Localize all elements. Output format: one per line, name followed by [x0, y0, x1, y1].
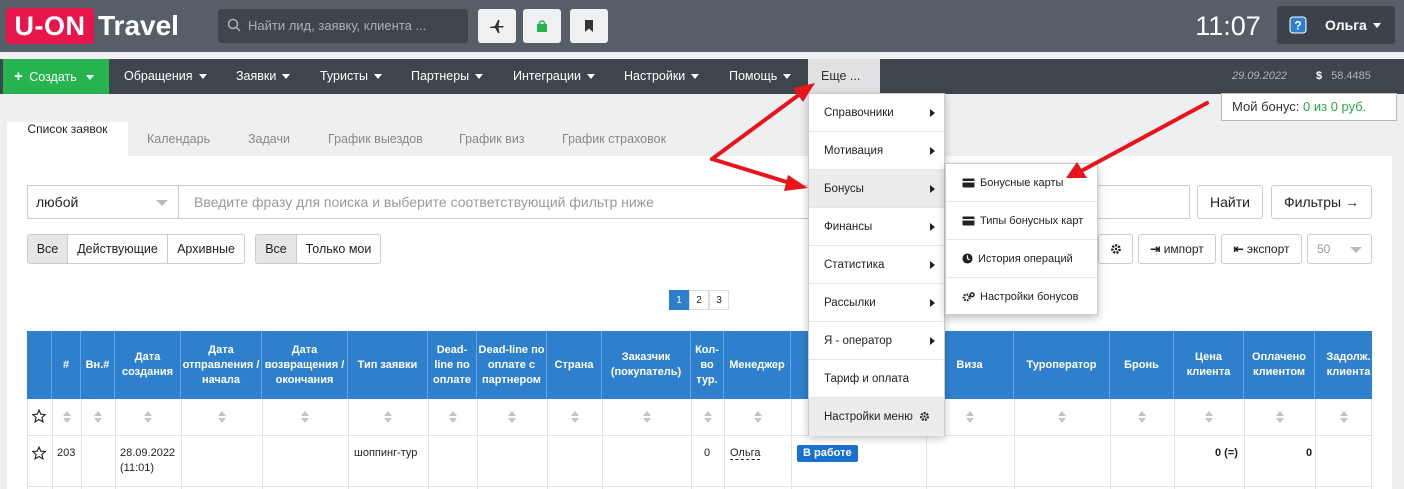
arrow-shaft — [1081, 101, 1209, 172]
arrow-shaft — [710, 157, 792, 185]
annotation-arrows — [710, 83, 1209, 191]
arrow-shaft — [710, 92, 802, 161]
arrow-head — [784, 175, 808, 191]
